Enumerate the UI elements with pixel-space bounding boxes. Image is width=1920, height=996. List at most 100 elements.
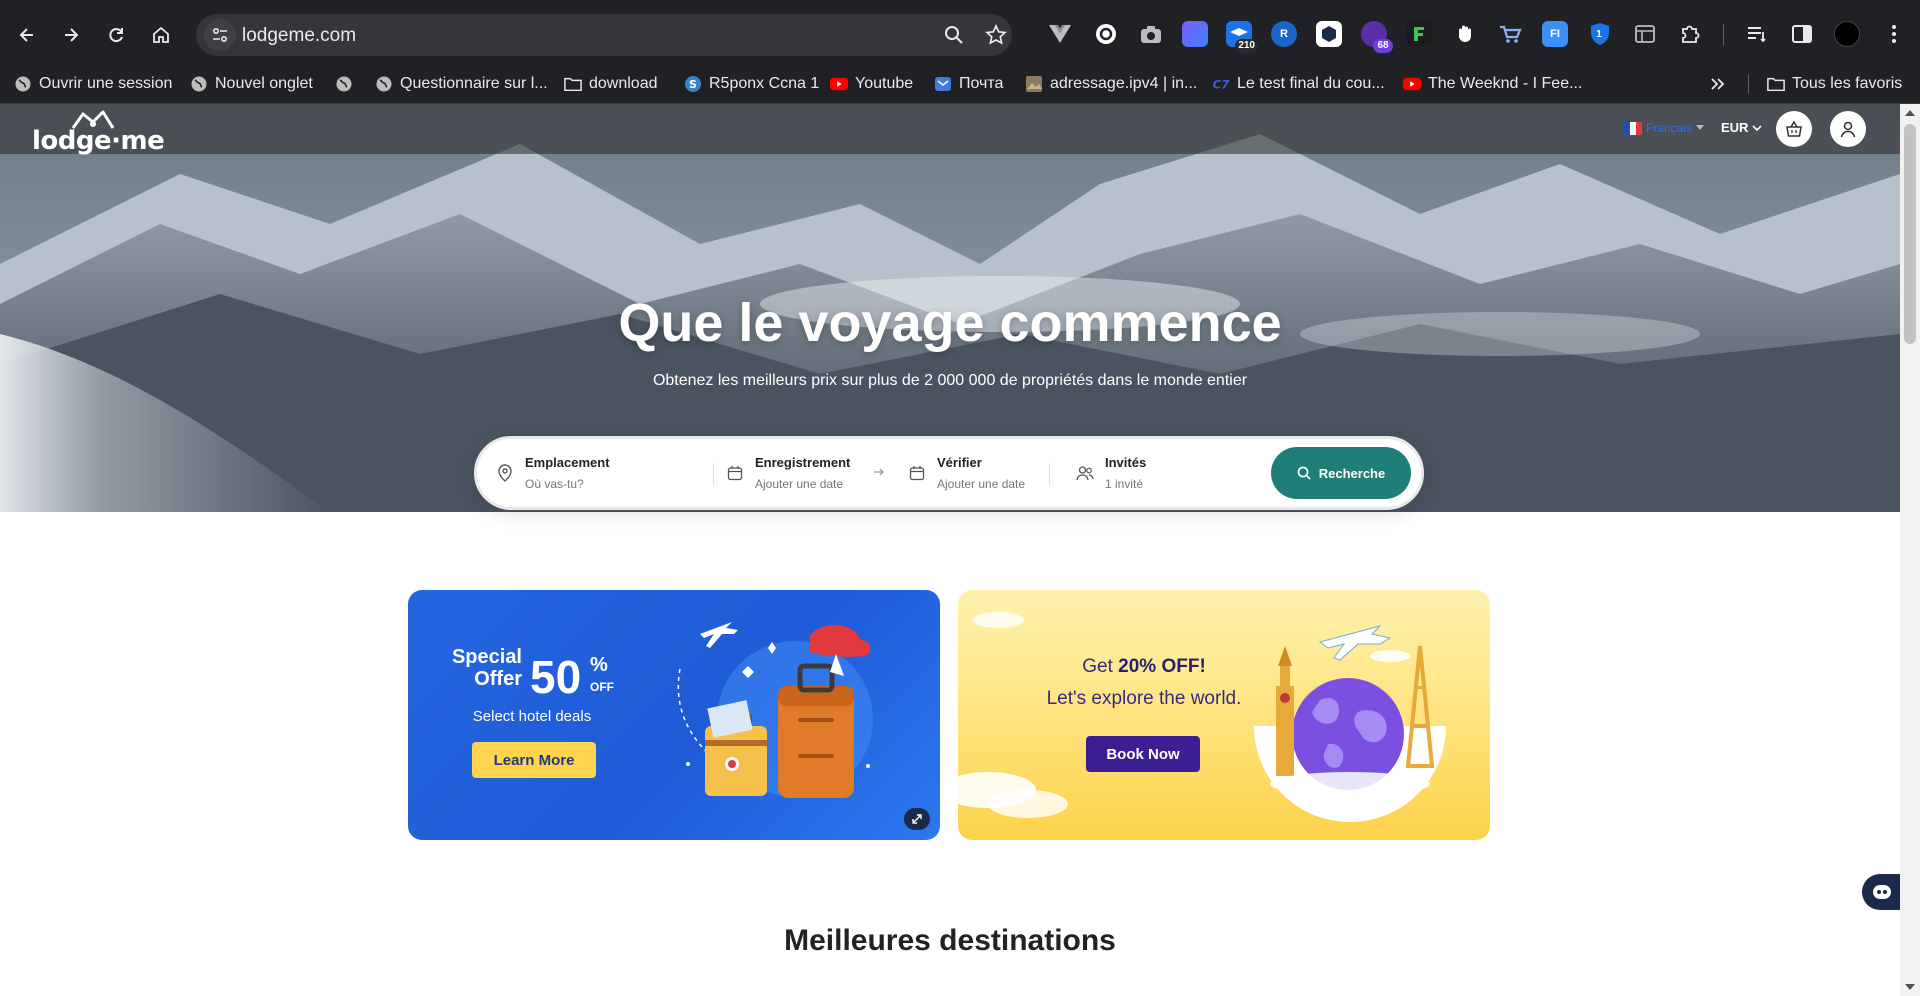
site-info-button[interactable] [204,19,236,51]
checkin-field[interactable]: Enregistrement Ajouter une date [725,453,865,497]
chat-bot-icon [1873,885,1891,899]
chevron-down-icon [1752,124,1763,131]
lodgeme-logo[interactable]: lodge·me [32,106,165,156]
learn-more-button[interactable]: Learn More [472,742,596,778]
promo-offer-label: Offer [474,668,522,690]
promo-subtitle: Select hotel deals [472,708,592,725]
extension-hat-icon[interactable]: 68 [1361,21,1393,53]
web-page: lodge·me Français EUR Que le voyage comm… [0,104,1900,996]
cart-button[interactable] [1776,111,1812,147]
chat-widget-button[interactable] [1862,874,1900,910]
extension-shield-icon[interactable]: 1 [1587,21,1613,47]
globe-icon [14,75,32,93]
language-selector[interactable]: Français [1624,121,1705,135]
bookmark-ouvrir-session[interactable]: Ouvrir une session [14,72,172,96]
scroll-down-arrow-icon[interactable] [1905,984,1915,990]
account-button[interactable] [1830,111,1866,147]
users-icon [1075,463,1095,483]
extension-hand-icon[interactable] [1452,21,1478,47]
globe-icon [335,75,353,93]
profile-avatar[interactable] [1834,21,1860,47]
promo-discount-value: 50 [530,651,582,703]
extension-gradient-icon[interactable] [1182,21,1208,47]
home-icon [153,26,169,43]
location-input[interactable]: Où vas-tu? [525,477,584,491]
bookmarks-overflow-button[interactable] [1708,72,1726,96]
picture-icon [1025,75,1043,93]
field-divider [1049,463,1050,485]
url-text: lodgeme.com [242,25,357,46]
bookmark-the-weeknd[interactable]: The Weeknd - I Fee... [1403,72,1582,96]
map-pin-icon [495,463,515,483]
promo-card-special-offer[interactable]: Special Offer 50 % OFF Select hotel deal… [408,590,940,840]
bookmark-mail[interactable]: Почта [934,72,1003,96]
extension-grid-icon[interactable] [1632,21,1658,47]
menu-icon[interactable] [1881,21,1907,47]
toolbar-divider [1723,24,1724,46]
checkout-field[interactable]: Vérifier Ajouter une date [907,453,1047,497]
home-button[interactable] [144,18,178,52]
hero-title: Que le voyage commence [618,293,1282,353]
youtube-icon [830,75,848,93]
address-bar[interactable]: lodgeme.com [196,14,1012,56]
bookmark-youtube[interactable]: Youtube [830,72,913,96]
scrollbar-thumb[interactable] [1904,124,1916,344]
zoom-button[interactable] [942,23,966,47]
calendar-icon [725,463,745,483]
chevron-double-right-icon [1708,75,1726,93]
youtube-icon [1403,75,1421,93]
extension-cart-icon[interactable] [1497,21,1523,47]
site-header: lodge·me Français EUR [0,104,1900,156]
c7-logo-icon: C7 [1212,75,1230,93]
location-field[interactable]: Emplacement Où vas-tu? [495,453,705,497]
promo-off-label: OFF [590,680,614,694]
globe-icon [190,75,208,93]
browser-navbar: lodgeme.com 210 R 68 FI 1 [0,2,1920,64]
arrow-right-icon [65,28,79,42]
extension-camera-icon[interactable] [1138,21,1164,47]
search-button[interactable]: Recherche [1271,447,1411,499]
extension-cube-icon[interactable] [1316,21,1342,47]
bookmark-globe[interactable] [335,72,353,96]
extension-vue-icon[interactable] [1047,21,1073,47]
bookmarks-bar: Ouvrir une session Nouvel onglet Questio… [0,64,1920,104]
extension-circle-icon[interactable] [1093,21,1119,47]
search-bar: Emplacement Où vas-tu? Enregistrement Aj… [474,436,1424,510]
all-bookmarks-folder[interactable]: Tous les favoris [1767,72,1902,96]
user-icon [1840,121,1856,138]
s-logo-icon: S [684,75,702,93]
reload-button[interactable] [99,18,133,52]
star-icon [985,24,1007,45]
reading-list-icon[interactable] [1744,21,1770,47]
forward-button[interactable] [54,18,88,52]
bookmark-adressage[interactable]: adressage.ipv4 | in... [1025,72,1197,96]
currency-selector[interactable]: EUR [1721,120,1763,135]
promo-card-explore-world[interactable]: Get 20% OFF! Let's explore the world. Bo… [958,590,1490,840]
bookmark-ccna[interactable]: S R5ponx Ccna 1 [684,72,819,96]
page-scrollbar[interactable] [1900,104,1920,996]
side-panel-icon[interactable] [1789,21,1815,47]
bookmark-questionnaire[interactable]: Questionnaire sur l... [375,72,548,96]
promo-special-label: Special [451,646,522,668]
globe-icon [375,75,393,93]
back-button[interactable] [10,18,44,52]
bookmark-test-final[interactable]: C7 Le test final du cou... [1212,72,1385,96]
expand-image-button[interactable] [904,808,930,830]
reload-icon [109,28,123,43]
extensions-puzzle-icon[interactable] [1677,21,1703,47]
expand-icon [912,814,922,824]
world-landmarks-illustration [1254,625,1446,822]
bookmark-star-button[interactable] [984,23,1008,47]
luggage-illustration [677,622,873,798]
search-icon [1297,466,1311,480]
extension-graduate-icon[interactable]: 210 [1226,21,1258,53]
scroll-up-arrow-icon[interactable] [1905,110,1915,116]
extension-f-icon[interactable] [1406,21,1432,47]
calendar-icon [907,463,927,483]
bookmark-download-folder[interactable]: download [564,72,658,96]
guests-field[interactable]: Invités 1 invité [1075,453,1245,497]
extension-r-icon[interactable]: R [1271,21,1297,47]
extension-fi-icon[interactable]: FI [1542,21,1568,47]
bookmark-nouvel-onglet[interactable]: Nouvel onglet [190,72,313,96]
search-icon [945,26,963,44]
